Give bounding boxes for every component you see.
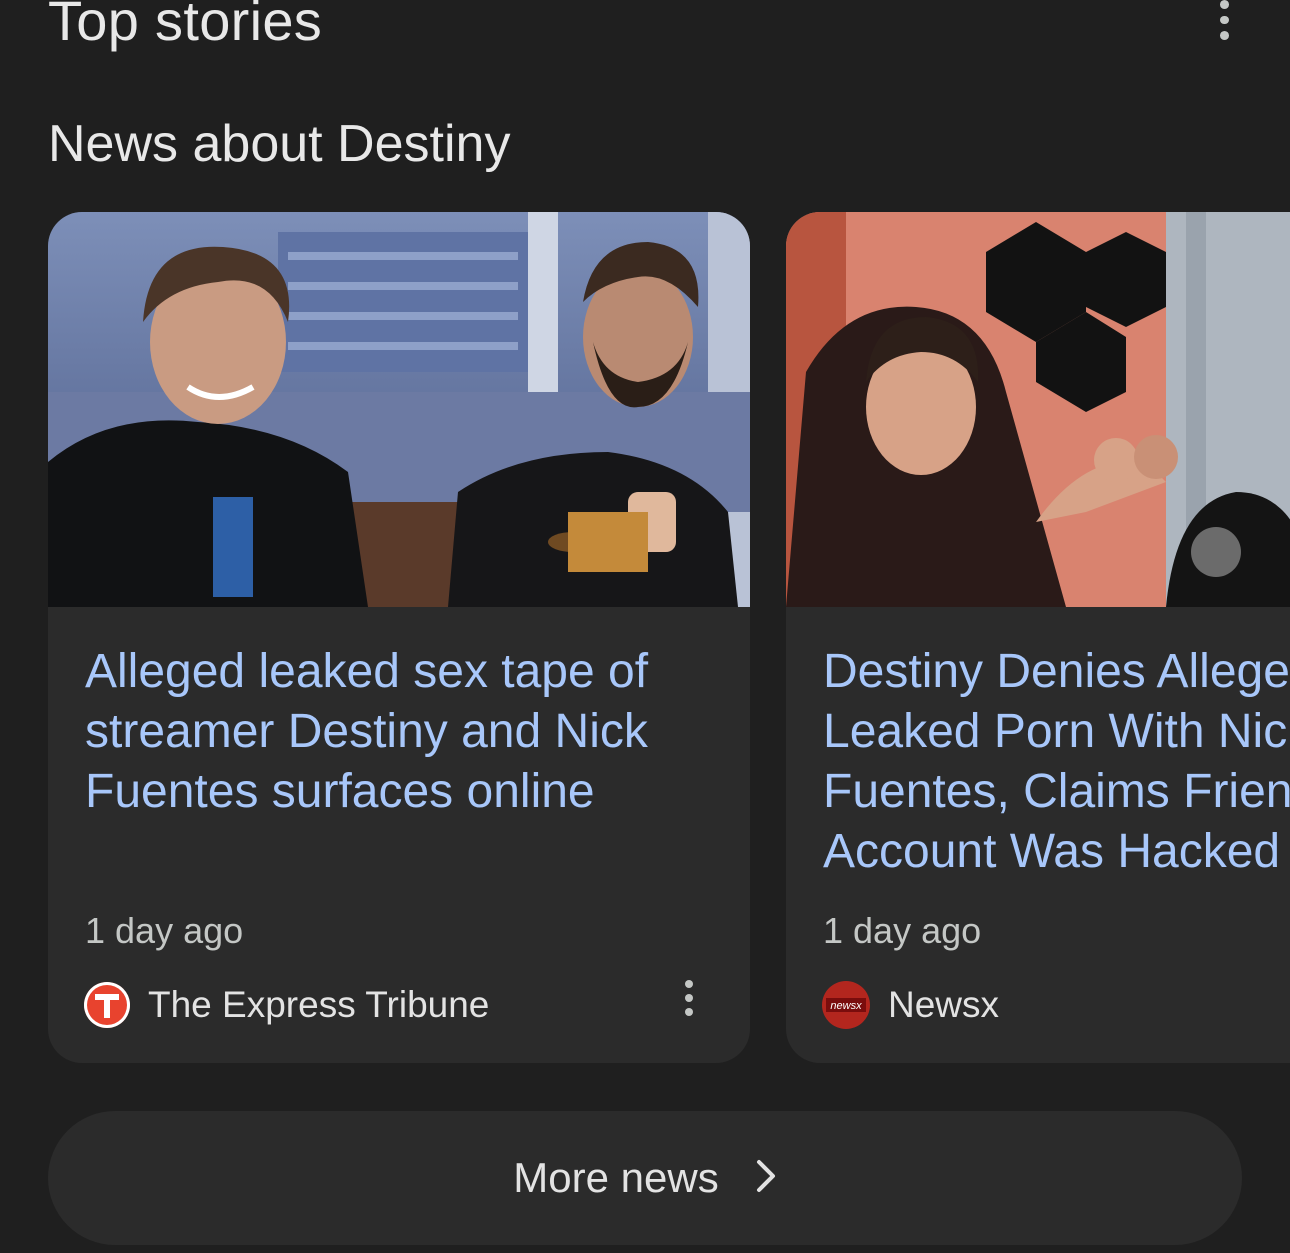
newsx-logo-text: newsx: [830, 1000, 862, 1012]
news-source: The Express Tribune: [84, 982, 489, 1028]
news-source-name: Newsx: [888, 984, 1000, 1025]
more-vert-icon[interactable]: [682, 980, 696, 1018]
news-thumbnail-image[interactable]: [786, 212, 1290, 607]
news-thumbnail-image[interactable]: [48, 212, 750, 607]
top-stories-title: Top stories: [48, 0, 323, 52]
news-headline-link[interactable]: Alleged leaked sex tape of streamer Dest…: [85, 642, 725, 822]
headline-line: Leaked Porn With Nic: [823, 705, 1288, 758]
more-vert-icon[interactable]: [1204, 0, 1244, 41]
express-tribune-logo-icon: [84, 982, 130, 1028]
news-source-name: The Express Tribune: [148, 984, 490, 1025]
headline-line: Account Was Hacked: [823, 825, 1281, 878]
news-source: newsx Newsx: [822, 981, 1000, 1029]
news-timestamp: 1 day ago: [85, 910, 244, 951]
top-stories-page: Top stories News about Destiny Alleged l…: [0, 0, 1290, 1253]
news-card[interactable]: Destiny Denies Allege Leaked Porn With N…: [786, 212, 1290, 1063]
section-title: News about Destiny: [48, 115, 511, 173]
headline-line: Fuentes, Claims Frien: [823, 765, 1290, 818]
news-headline-link[interactable]: Destiny Denies Allege Leaked Porn With N…: [823, 642, 1290, 882]
more-news-label: More news: [513, 1154, 719, 1201]
chevron-right-icon: [755, 1159, 777, 1198]
newsx-logo-icon: newsx: [822, 981, 870, 1029]
news-card[interactable]: Alleged leaked sex tape of streamer Dest…: [48, 212, 750, 1063]
news-timestamp: 1 day ago: [823, 910, 982, 951]
more-news-button[interactable]: More news: [48, 1111, 1242, 1245]
headline-line: Destiny Denies Allege: [823, 645, 1290, 698]
